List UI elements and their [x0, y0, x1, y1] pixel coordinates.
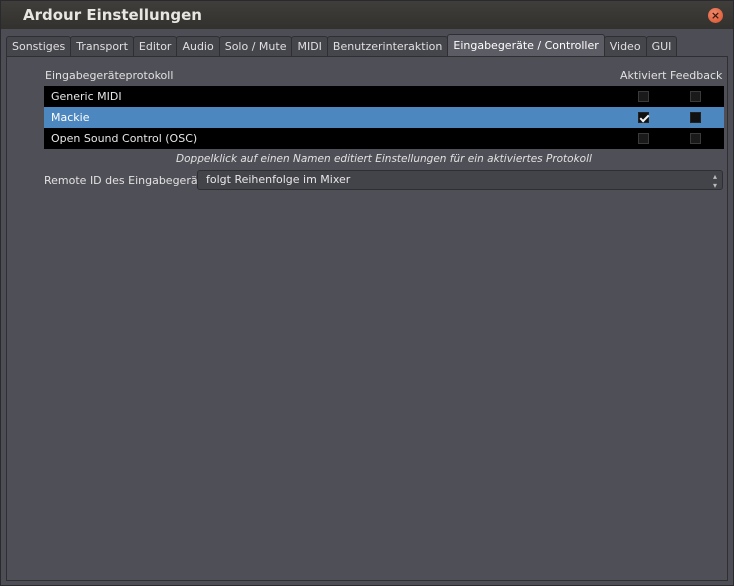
- tab-gui[interactable]: GUI: [645, 36, 678, 57]
- table-row[interactable]: Generic MIDI: [44, 86, 724, 107]
- feedback-checkbox[interactable]: [690, 133, 701, 144]
- title-bar: Ardour Einstellungen ×: [1, 1, 733, 29]
- enabled-checkbox[interactable]: [638, 91, 649, 102]
- tab-midi[interactable]: MIDI: [291, 36, 328, 57]
- tab-editor[interactable]: Editor: [132, 36, 178, 57]
- remote-id-value: folgt Reihenfolge im Mixer: [206, 173, 351, 186]
- preferences-window: Ardour Einstellungen × Sonstiges Transpor…: [0, 0, 734, 586]
- column-header-enabled[interactable]: Aktiviert: [620, 69, 666, 82]
- tab-control-surfaces[interactable]: Eingabegeräte / Controller: [447, 34, 605, 57]
- tab-bar: Sonstiges Transport Editor Audio Solo / Mute…: [6, 34, 678, 57]
- table-row[interactable]: Mackie: [44, 107, 724, 128]
- tab-audio[interactable]: Audio: [176, 36, 220, 57]
- column-header-protocol[interactable]: Eingabegeräteprotokoll: [45, 69, 173, 82]
- tab-transport[interactable]: Transport: [70, 36, 134, 57]
- protocol-name: Open Sound Control (OSC): [51, 132, 198, 145]
- tab-solo-mute[interactable]: Solo / Mute: [218, 36, 293, 57]
- table-row[interactable]: Open Sound Control (OSC): [44, 128, 724, 149]
- remote-id-combo[interactable]: folgt Reihenfolge im Mixer ▴ ▾: [197, 170, 723, 190]
- tab-benutzerinteraktion[interactable]: Benutzerinteraktion: [326, 36, 449, 57]
- tab-sonstiges[interactable]: Sonstiges: [6, 36, 72, 57]
- column-header-feedback[interactable]: Feedback: [670, 69, 722, 82]
- feedback-checkbox[interactable]: [690, 112, 701, 123]
- remote-id-label: Remote ID des Eingabegeräts:: [44, 174, 212, 187]
- tab-video[interactable]: Video: [603, 36, 647, 57]
- control-surfaces-panel: Eingabegeräteprotokoll Aktiviert Feedbac…: [6, 56, 728, 581]
- hint-text: Doppelklick auf einen Namen editiert Ein…: [176, 153, 592, 165]
- window-title: Ardour Einstellungen: [23, 6, 202, 24]
- close-icon[interactable]: ×: [708, 8, 723, 23]
- protocol-table: Generic MIDI Mackie Open Sound Control (…: [44, 86, 724, 149]
- enabled-checkbox[interactable]: [638, 112, 649, 123]
- feedback-checkbox[interactable]: [690, 91, 701, 102]
- enabled-checkbox[interactable]: [638, 133, 649, 144]
- protocol-name: Generic MIDI: [51, 90, 122, 103]
- up-down-arrows-icon: ▴ ▾: [712, 172, 717, 190]
- protocol-name: Mackie: [51, 111, 90, 124]
